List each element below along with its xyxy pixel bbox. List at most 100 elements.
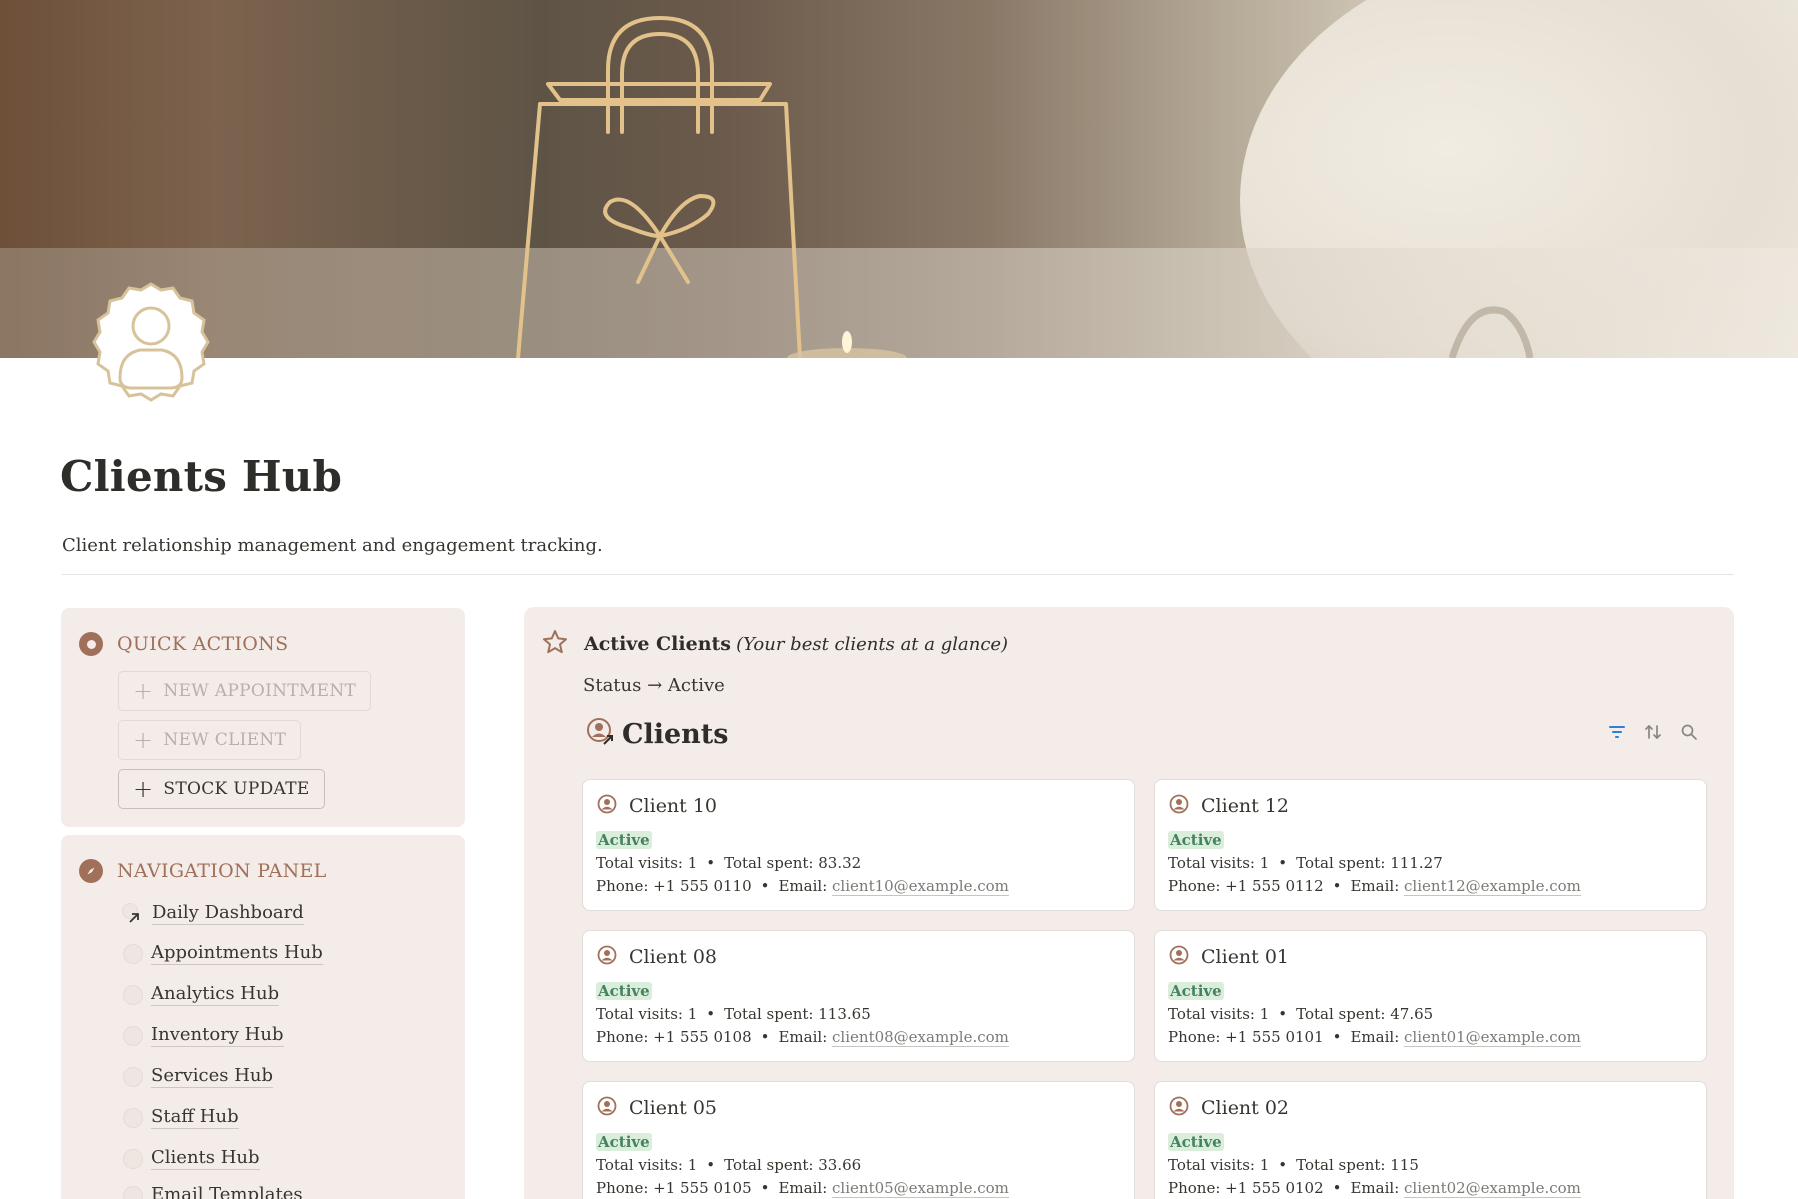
status-badge: Active <box>1168 982 1224 1000</box>
new-appointment-label: NEW APPOINTMENT <box>163 681 357 701</box>
visits-label: Total visits: <box>1168 854 1255 872</box>
email-label: Email: <box>778 1028 828 1046</box>
spent-value: 47.65 <box>1390 1005 1434 1023</box>
quick-actions-box: QUICK ACTIONS + NEW APPOINTMENT + NEW CL… <box>61 608 465 827</box>
separator-dot: • <box>760 1028 770 1046</box>
client-card[interactable]: Client 08 Active Total visits: 1 • Total s… <box>582 930 1135 1062</box>
mail-icon <box>123 1185 143 1199</box>
client-stats: Total visits: 1 • Total spent: 83.32 <box>596 854 861 872</box>
phone-value: +1 555 0108 <box>653 1028 752 1046</box>
phone-value: +1 555 0102 <box>1225 1179 1324 1197</box>
email-label: Email: <box>778 877 828 895</box>
active-clients-panel: Active Clients (Your best clients at a g… <box>524 607 1734 1199</box>
cover-image <box>0 0 1798 358</box>
quick-actions-title: QUICK ACTIONS <box>117 633 289 655</box>
status-badge: Active <box>596 982 652 1000</box>
page-title: Clients Hub <box>60 452 343 501</box>
nav-item-inventory-hub[interactable]: Inventory Hub <box>123 1024 284 1047</box>
separator-dot: • <box>760 877 770 895</box>
email-link[interactable]: client05@example.com <box>832 1179 1009 1198</box>
spent-label: Total spent: <box>1296 854 1386 872</box>
visits-value: 1 <box>687 854 698 872</box>
search-icon[interactable] <box>1680 723 1698 745</box>
phone-label: Phone: <box>1168 1179 1221 1197</box>
spent-value: 115 <box>1390 1156 1419 1174</box>
user-icon <box>597 1096 617 1120</box>
email-link[interactable]: client12@example.com <box>1404 877 1581 896</box>
email-link[interactable]: client08@example.com <box>832 1028 1009 1047</box>
user-icon <box>597 945 617 969</box>
user-icon <box>1169 945 1189 969</box>
compass-icon <box>79 859 103 883</box>
filter-icon[interactable] <box>1608 723 1626 745</box>
spent-value: 33.66 <box>818 1156 862 1174</box>
plus-icon: + <box>133 677 154 705</box>
separator-dot: • <box>1278 1156 1288 1174</box>
visits-value: 1 <box>687 1156 698 1174</box>
nav-label-inventory-hub: Inventory Hub <box>151 1024 284 1047</box>
separator-dot: • <box>706 854 716 872</box>
phone-label: Phone: <box>1168 877 1221 895</box>
separator-dot: • <box>1278 854 1288 872</box>
box-icon <box>123 1025 143 1046</box>
client-card[interactable]: Client 01 Active Total visits: 1 • Total s… <box>1154 930 1707 1062</box>
client-name: Client 05 <box>629 1097 718 1119</box>
visits-value: 1 <box>687 1005 698 1023</box>
nav-item-appointments-hub[interactable]: Appointments Hub <box>123 942 323 965</box>
spent-label: Total spent: <box>724 1005 814 1023</box>
active-clients-subtitle: (Your best clients at a glance) <box>736 634 1009 655</box>
client-card[interactable]: Client 10 Active Total visits: 1 • Total s… <box>582 779 1135 911</box>
new-appointment-button[interactable]: + NEW APPOINTMENT <box>118 671 372 711</box>
team-icon <box>123 1107 143 1128</box>
user-icon <box>1169 794 1189 818</box>
sort-icon[interactable] <box>1644 723 1662 745</box>
separator-dot: • <box>1278 1005 1288 1023</box>
nav-item-services-hub[interactable]: Services Hub <box>123 1065 274 1088</box>
visits-label: Total visits: <box>596 854 683 872</box>
status-badge: Active <box>596 831 652 849</box>
nav-label-clients-hub: Clients Hub <box>151 1147 260 1170</box>
status-badge: Active <box>1168 831 1224 849</box>
plus-icon: + <box>133 726 154 754</box>
nav-item-analytics-hub[interactable]: Analytics Hub <box>123 983 280 1006</box>
client-stats: Total visits: 1 • Total spent: 115 <box>1168 1156 1419 1174</box>
email-link[interactable]: client02@example.com <box>1404 1179 1581 1198</box>
nav-item-clients-hub[interactable]: Clients Hub <box>123 1147 260 1170</box>
separator-dot: • <box>760 1179 770 1197</box>
email-link[interactable]: client01@example.com <box>1404 1028 1581 1047</box>
client-card[interactable]: Client 02 Active Total visits: 1 • Total s… <box>1154 1081 1707 1199</box>
nav-label-daily-dashboard: Daily Dashboard <box>152 902 304 925</box>
navigation-panel-box: NAVIGATION PANEL Daily Dashboard Appoint… <box>61 835 465 1199</box>
user-icon <box>123 1148 143 1169</box>
nav-item-daily-dashboard[interactable]: Daily Dashboard <box>122 902 304 925</box>
phone-label: Phone: <box>1168 1028 1221 1046</box>
user-link-icon <box>586 717 616 751</box>
nav-label-email-templates: Email Templates <box>151 1184 303 1199</box>
spent-label: Total spent: <box>724 1156 814 1174</box>
user-icon <box>1169 1096 1189 1120</box>
email-label: Email: <box>1350 877 1400 895</box>
client-name: Client 12 <box>1201 795 1290 817</box>
visits-label: Total visits: <box>1168 1156 1255 1174</box>
nav-item-staff-hub[interactable]: Staff Hub <box>123 1106 239 1129</box>
email-link[interactable]: client10@example.com <box>832 877 1009 896</box>
spent-value: 83.32 <box>818 854 862 872</box>
visits-value: 1 <box>1259 1156 1270 1174</box>
active-clients-title: Active Clients <box>584 633 731 655</box>
user-icon <box>597 794 617 818</box>
client-card[interactable]: Client 05 Active Total visits: 1 • Total s… <box>582 1081 1135 1199</box>
spent-value: 113.65 <box>818 1005 871 1023</box>
phone-value: +1 555 0110 <box>653 877 752 895</box>
navigation-panel-title: NAVIGATION PANEL <box>117 860 327 882</box>
client-name: Client 02 <box>1201 1097 1290 1119</box>
clients-database-title[interactable]: Clients <box>586 717 728 751</box>
divider <box>62 574 1734 575</box>
nav-item-email-templates[interactable]: Email Templates <box>123 1184 303 1199</box>
phone-value: +1 555 0112 <box>1225 877 1324 895</box>
separator-dot: • <box>1332 1179 1342 1197</box>
client-card[interactable]: Client 12 Active Total visits: 1 • Total s… <box>1154 779 1707 911</box>
stock-update-button[interactable]: + STOCK UPDATE <box>118 769 325 809</box>
plus-icon: + <box>133 775 154 803</box>
new-client-button[interactable]: + NEW CLIENT <box>118 720 302 760</box>
new-client-label: NEW CLIENT <box>163 730 287 750</box>
